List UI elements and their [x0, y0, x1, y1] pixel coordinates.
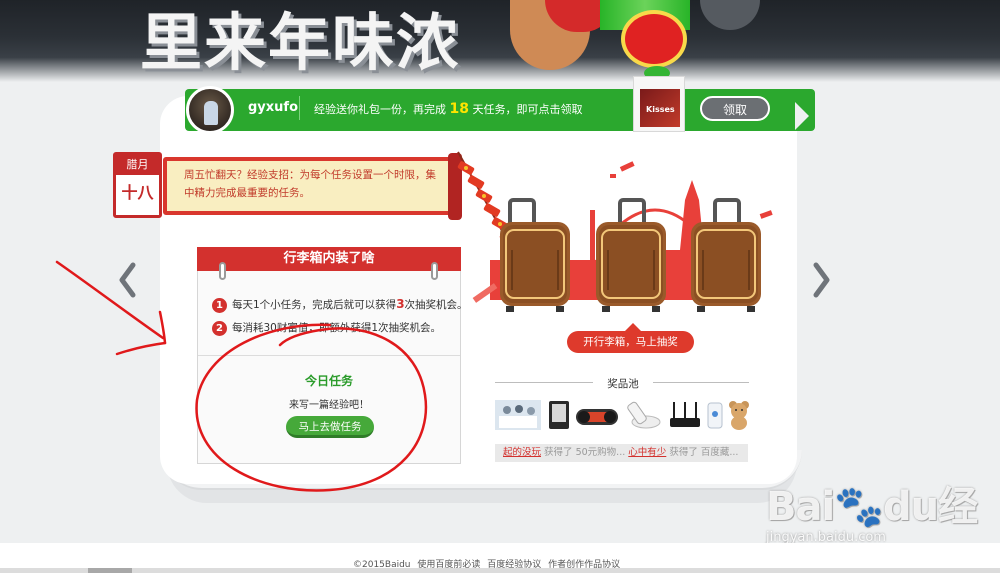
- watermark-brand: Bai: [766, 484, 835, 530]
- today-task-title: 今日任务: [304, 374, 353, 388]
- rule-item: 1 每天1个小任务，完成后就可以获得3次抽奖机会。: [212, 297, 468, 313]
- lunar-calendar: 腊月 十八: [113, 152, 162, 218]
- gift-label: Kisses: [646, 105, 675, 114]
- username[interactable]: gyxufo: [248, 100, 298, 115]
- winner-name[interactable]: 起的没玩: [503, 447, 541, 458]
- rule-highlight: 3: [396, 297, 405, 311]
- calendar-day: 十八: [121, 183, 154, 202]
- rule-text: 次抽奖机会。: [404, 299, 468, 311]
- remote-icon[interactable]: [624, 400, 664, 432]
- gift-message-suffix: 天任务，即可点击领取: [472, 103, 583, 116]
- ticker-text: 获得了: [669, 447, 698, 458]
- calendar-month: 腊月: [116, 155, 159, 175]
- button-pointer: [625, 323, 641, 331]
- watermark-brand2: du: [883, 484, 939, 530]
- rule-text: 每消耗30财富值，即额外获得1: [232, 322, 379, 334]
- ticker-prize: 50元购物...: [575, 447, 626, 458]
- router-icon[interactable]: [668, 400, 702, 432]
- binder-ring-icon: [219, 262, 226, 280]
- top-banner: 里来年味浓: [0, 0, 1000, 82]
- tip-text: 周五忙翻天？经验支招：为每个任务设置一个时限，集中精力完成最重要的任务。: [184, 169, 436, 199]
- task-count: 18: [449, 101, 469, 117]
- rule-item: 2 每消耗30财富值，即额外获得1次抽奖机会。: [212, 320, 441, 336]
- decorative-shape: [700, 0, 760, 30]
- next-arrow-icon[interactable]: [812, 262, 832, 298]
- scrollbar-thumb[interactable]: [88, 568, 132, 573]
- power-bank-icon[interactable]: [706, 400, 724, 432]
- binder-ring-icon: [431, 262, 438, 280]
- suitcase-icon: [500, 198, 570, 312]
- rule-text: 次抽奖机会。: [378, 322, 442, 334]
- luggage-panel-title: 行李箱内装了啥: [197, 247, 461, 271]
- lantern-icon: [621, 10, 687, 68]
- divider: [299, 96, 300, 120]
- rule-text: 每天1个小任务，完成后就可以获得: [232, 299, 397, 311]
- today-task-description: 来写一篇经验吧！: [289, 400, 369, 411]
- divider: [198, 355, 460, 356]
- do-task-button[interactable]: 马上去做任务: [286, 416, 374, 438]
- winner-ticker: 起的没玩 获得了 50元购物... 心中有少 获得了 百度藏...: [495, 444, 748, 462]
- suitcase-icon: [691, 198, 761, 312]
- teddy-bear-icon[interactable]: [727, 400, 751, 432]
- paw-icon: 🐾: [834, 484, 884, 530]
- avatar-figure: [204, 101, 218, 125]
- winner-name[interactable]: 心中有少: [628, 447, 666, 458]
- prize-pool-title: 奖品池: [607, 378, 639, 390]
- gift-message-prefix: 经验送你礼包一份，再完成: [314, 103, 446, 116]
- banner-title: 里来年味浓: [140, 6, 461, 79]
- open-luggage-button[interactable]: 开行李箱，马上抽奖: [567, 331, 694, 353]
- rule-number: 2: [212, 321, 227, 336]
- meeting-photo-icon[interactable]: [495, 400, 541, 432]
- divider: [653, 382, 749, 383]
- divider: [495, 382, 593, 383]
- ticker-text: 获得了: [544, 447, 573, 458]
- gift-box-icon: Kisses: [633, 76, 685, 132]
- horizontal-scrollbar[interactable]: [0, 568, 1000, 573]
- previous-arrow-icon[interactable]: [117, 262, 137, 298]
- e-reader-icon[interactable]: [547, 400, 571, 432]
- avatar[interactable]: [186, 86, 234, 134]
- gift-message: 经验送你礼包一份，再完成 18 天任务，即可点击领取: [314, 101, 582, 117]
- rule-number: 1: [212, 298, 227, 313]
- ribbon-notch: [795, 102, 809, 130]
- suitcase-scene: [472, 161, 773, 312]
- headset-icon[interactable]: [574, 400, 620, 432]
- ticker-prize: 百度藏...: [700, 447, 739, 458]
- claim-button[interactable]: 领取: [700, 96, 770, 121]
